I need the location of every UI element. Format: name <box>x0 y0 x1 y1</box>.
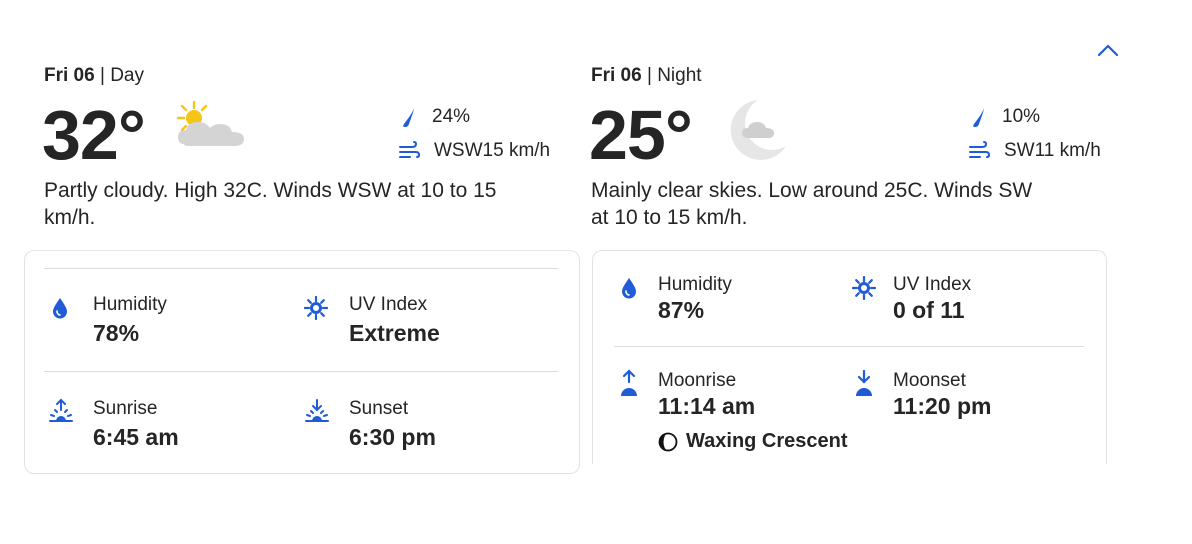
night-moonrise-value: 11:14 am <box>658 393 756 419</box>
night-humidity-value: 87% <box>658 297 705 323</box>
wind-icon <box>399 141 420 158</box>
night-precipitation: 10% <box>968 106 1040 128</box>
uv-index-icon <box>851 275 877 301</box>
waxing-crescent-icon <box>658 432 678 451</box>
raindrop-icon <box>973 108 984 127</box>
chevron-up-icon <box>1097 44 1119 57</box>
divider <box>44 371 558 372</box>
header-separator: | <box>646 65 652 86</box>
night-period: Night <box>657 65 702 86</box>
raindrop-icon <box>403 108 414 127</box>
humidity-icon <box>50 296 70 320</box>
night-humidity-label: Humidity <box>658 274 732 295</box>
night-uv-value: 0 of 11 <box>893 297 965 323</box>
night-moonrise-label: Moonrise <box>658 370 737 391</box>
day-precipitation-value: 24% <box>432 106 471 127</box>
header-separator: | <box>99 65 105 86</box>
wind-icon <box>969 141 990 158</box>
night-wind: SW11 km/h <box>968 140 1101 162</box>
day-sunset-label: Sunset <box>349 398 409 419</box>
night-description: Mainly clear skies. Low around 25C. Wind… <box>591 179 1033 229</box>
day-period: Day <box>110 65 144 86</box>
moonrise-icon <box>618 368 640 398</box>
moon-phase: Waxing Crescent <box>658 430 848 453</box>
sunrise-icon <box>48 398 74 424</box>
day-temperature: 32° <box>42 96 146 174</box>
night-uv-label: UV Index <box>893 274 972 295</box>
moon-phase-label: Waxing Crescent <box>686 430 848 452</box>
day-humidity-value: 78% <box>93 320 140 346</box>
night-wind-value: SW11 km/h <box>1004 140 1101 161</box>
day-uv-label: UV Index <box>349 294 428 315</box>
day-description: Partly cloudy. High 32C. Winds WSW at 10… <box>44 179 497 229</box>
night-date: Fri 06 <box>591 65 642 86</box>
collapse-button[interactable] <box>1096 40 1120 60</box>
day-uv-value: Extreme <box>349 320 440 346</box>
day-header: Fri 06 | Day <box>44 65 144 87</box>
night-moonset-value: 11:20 pm <box>893 393 992 419</box>
partly-cloudy-day-icon <box>174 100 248 152</box>
night-header: Fri 06 | Night <box>591 65 702 87</box>
day-date: Fri 06 <box>44 65 95 86</box>
mostly-clear-night-icon <box>722 96 788 166</box>
sunset-icon <box>304 398 330 424</box>
day-sunset-value: 6:30 pm <box>349 424 436 450</box>
uv-index-icon <box>303 295 329 321</box>
moonset-icon <box>853 368 875 398</box>
day-wind-value: WSW15 km/h <box>434 140 551 161</box>
humidity-icon <box>619 276 639 300</box>
day-wind: WSW15 km/h <box>398 140 550 162</box>
night-moonset-label: Moonset <box>893 370 966 391</box>
divider <box>44 268 558 269</box>
divider <box>614 346 1084 347</box>
night-temperature: 25° <box>589 96 693 174</box>
day-sunrise-label: Sunrise <box>93 398 158 419</box>
day-precipitation: 24% <box>398 106 470 128</box>
day-sunrise-value: 6:45 am <box>93 424 179 450</box>
night-precipitation-value: 10% <box>1002 106 1041 127</box>
day-humidity-label: Humidity <box>93 294 167 315</box>
